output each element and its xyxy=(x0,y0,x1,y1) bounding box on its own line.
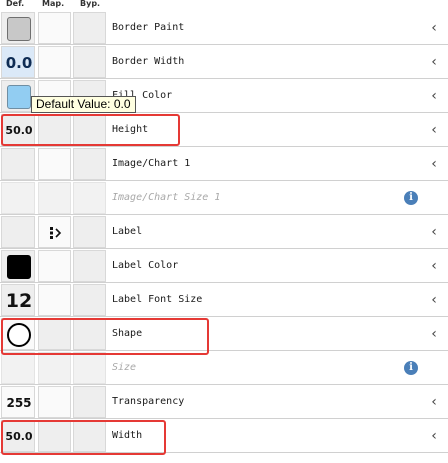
property-label: Transparency xyxy=(112,396,185,407)
mapping-cell[interactable] xyxy=(38,284,71,316)
property-label: Border Width xyxy=(112,56,185,67)
chevron-left-icon[interactable]: ‹ xyxy=(427,283,441,317)
chevron-left-icon[interactable]: ‹ xyxy=(427,215,441,249)
property-label: Image/Chart Size 1 xyxy=(112,192,221,203)
passthrough-mapping-icon xyxy=(50,227,62,239)
mapping-cell[interactable] xyxy=(38,420,71,452)
bypass-cell[interactable] xyxy=(73,114,106,146)
chevron-left-icon[interactable]: ‹ xyxy=(427,249,441,283)
property-label: Label xyxy=(112,226,143,237)
property-label: Label Color xyxy=(112,260,179,271)
bypass-cell[interactable] xyxy=(73,46,106,78)
info-icon[interactable]: i xyxy=(404,191,418,205)
chevron-left-icon[interactable]: ‹ xyxy=(427,11,441,45)
default-value-cell[interactable] xyxy=(1,250,35,282)
property-row-transparency[interactable]: 255 Transparency ‹ xyxy=(0,385,448,419)
bypass-column-header: Byp. xyxy=(80,0,101,8)
default-value-cell[interactable]: 50.0 xyxy=(1,420,35,452)
chevron-left-icon[interactable]: ‹ xyxy=(427,419,441,453)
property-row-label-color[interactable]: Label Color ‹ xyxy=(0,249,448,283)
color-swatch xyxy=(7,255,31,279)
mapping-cell[interactable] xyxy=(38,386,71,418)
color-swatch xyxy=(7,17,31,41)
property-row-shape[interactable]: Shape ‹ xyxy=(0,317,448,351)
property-row-label-font-size[interactable]: 12 Label Font Size ‹ xyxy=(0,283,448,317)
info-icon[interactable]: i xyxy=(404,361,418,375)
default-value-cell[interactable] xyxy=(1,80,35,112)
property-label: Width xyxy=(112,430,143,441)
bypass-cell[interactable] xyxy=(73,318,106,350)
property-row-height[interactable]: 50.0 Height ‹ xyxy=(0,113,448,147)
mapping-cell[interactable] xyxy=(38,148,71,180)
default-value-cell[interactable]: 12 xyxy=(1,284,35,316)
default-value-text: 50.0 xyxy=(5,124,33,137)
bypass-cell[interactable] xyxy=(73,12,106,44)
default-value-cell[interactable]: 50.0 xyxy=(1,114,35,146)
property-label: Border Paint xyxy=(112,22,185,33)
bypass-cell[interactable] xyxy=(73,216,106,248)
chevron-left-icon[interactable]: ‹ xyxy=(427,317,441,351)
mapping-cell[interactable] xyxy=(38,46,71,78)
default-value-cell[interactable]: 255 xyxy=(1,386,35,418)
default-value-cell[interactable] xyxy=(1,318,35,350)
property-label: Shape xyxy=(112,328,143,339)
default-column-header: Def. xyxy=(6,0,25,8)
color-swatch xyxy=(7,85,31,109)
mapping-cell xyxy=(38,182,71,214)
property-row-image-chart-size-1: Image/Chart Size 1 i xyxy=(0,181,448,215)
default-value-cell xyxy=(1,182,35,214)
property-label: Image/Chart 1 xyxy=(112,158,191,169)
property-row-width[interactable]: 50.0 Width ‹ xyxy=(0,419,448,453)
mapping-cell[interactable] xyxy=(38,216,71,248)
mapping-cell xyxy=(38,352,71,384)
default-value-tooltip: Default Value: 0.0 xyxy=(31,96,136,113)
bypass-cell xyxy=(73,352,106,384)
property-row-label[interactable]: Label ‹ xyxy=(0,215,448,249)
mapping-cell[interactable] xyxy=(38,250,71,282)
bypass-cell[interactable] xyxy=(73,148,106,180)
ellipse-shape-icon xyxy=(7,323,31,347)
column-header: Def. Map. Byp. xyxy=(0,0,448,11)
bypass-cell[interactable] xyxy=(73,284,106,316)
mapping-column-header: Map. xyxy=(42,0,65,8)
default-value-text: 50.0 xyxy=(5,430,33,443)
property-label: Height xyxy=(112,124,149,135)
mapping-cell[interactable] xyxy=(38,318,71,350)
mapping-cell[interactable] xyxy=(38,114,71,146)
default-value-cell[interactable] xyxy=(1,148,35,180)
property-row-border-width[interactable]: 0.0 Border Width ‹ xyxy=(0,45,448,79)
default-value-text: 255 xyxy=(6,396,32,410)
bypass-cell[interactable] xyxy=(73,386,106,418)
default-value-cell[interactable]: 0.0 xyxy=(1,46,35,78)
bypass-cell xyxy=(73,182,106,214)
bypass-cell[interactable] xyxy=(73,250,106,282)
property-label: Size xyxy=(112,362,137,373)
default-value-text: 12 xyxy=(5,290,33,312)
default-value-cell xyxy=(1,352,35,384)
property-row-image-chart-1[interactable]: Image/Chart 1 ‹ xyxy=(0,147,448,181)
default-value-cell[interactable] xyxy=(1,216,35,248)
bypass-cell[interactable] xyxy=(73,420,106,452)
property-label: Label Font Size xyxy=(112,294,203,305)
default-value-text: 0.0 xyxy=(5,54,33,72)
default-value-cell[interactable] xyxy=(1,12,35,44)
chevron-left-icon[interactable]: ‹ xyxy=(427,147,441,181)
chevron-left-icon[interactable]: ‹ xyxy=(427,385,441,419)
mapping-cell[interactable] xyxy=(38,12,71,44)
chevron-left-icon[interactable]: ‹ xyxy=(427,79,441,113)
chevron-left-icon[interactable]: ‹ xyxy=(427,113,441,147)
property-row-size: Size i xyxy=(0,351,448,385)
chevron-left-icon[interactable]: ‹ xyxy=(427,45,441,79)
property-row-border-paint[interactable]: Border Paint ‹ xyxy=(0,11,448,45)
